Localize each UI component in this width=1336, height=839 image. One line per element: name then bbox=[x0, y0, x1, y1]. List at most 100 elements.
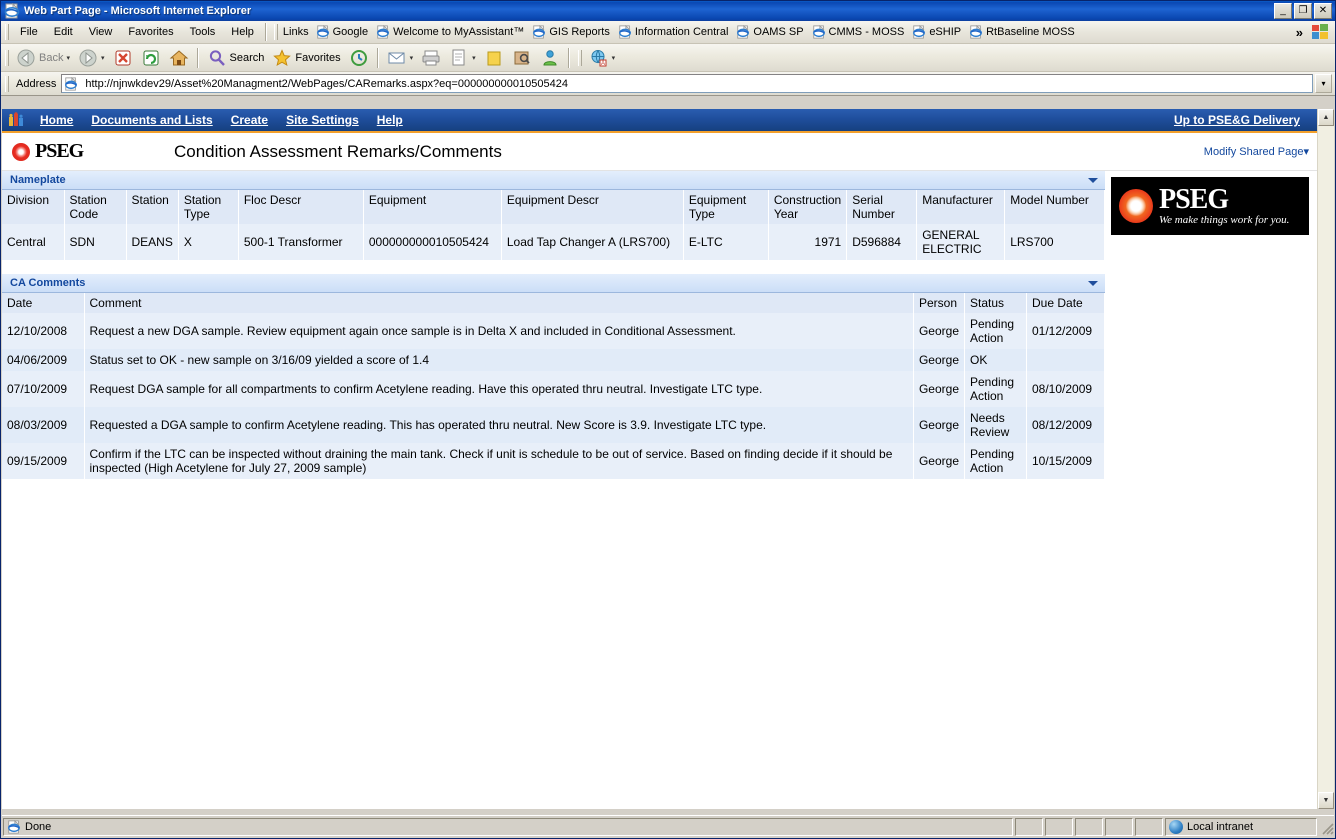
column-header-serial-number[interactable]: Serial Number bbox=[846, 190, 918, 224]
table-header-row: Date Comment Person Status Due Date bbox=[2, 293, 1105, 313]
forward-arrow-icon bbox=[78, 48, 98, 68]
column-header-due-date[interactable]: Due Date bbox=[1026, 293, 1105, 313]
column-header-person[interactable]: Person bbox=[913, 293, 966, 313]
messenger-button[interactable] bbox=[536, 46, 564, 70]
column-header-status[interactable]: Status bbox=[964, 293, 1027, 313]
modify-shared-page-link[interactable]: Modify Shared Page▾ bbox=[1204, 145, 1309, 158]
cell-person: George bbox=[913, 349, 966, 371]
column-header-manufacturer[interactable]: Manufacturer bbox=[916, 190, 1006, 224]
link-google[interactable]: Google bbox=[314, 23, 374, 41]
discuss-button[interactable] bbox=[480, 46, 508, 70]
scroll-down-arrow-icon[interactable]: ▼ bbox=[1318, 792, 1334, 809]
resize-grip[interactable] bbox=[1318, 818, 1334, 836]
translate-button[interactable]: A ▾ bbox=[585, 46, 620, 70]
minimize-button[interactable]: _ bbox=[1274, 3, 1292, 19]
column-header-station-code[interactable]: Station Code bbox=[64, 190, 127, 224]
link-information-central[interactable]: Information Central bbox=[616, 23, 735, 41]
history-button[interactable] bbox=[345, 46, 373, 70]
column-header-division[interactable]: Division bbox=[2, 190, 65, 224]
forward-button[interactable]: ▾ bbox=[74, 46, 109, 70]
home-button[interactable] bbox=[165, 46, 193, 70]
link-label: Welcome to MyAssistant™ bbox=[393, 26, 525, 38]
sp-nav-documents-and-lists[interactable]: Documents and Lists bbox=[82, 113, 221, 127]
column-header-equipment-descr[interactable]: Equipment Descr bbox=[501, 190, 684, 224]
column-header-floc-descr[interactable]: Floc Descr bbox=[238, 190, 364, 224]
menu-item-edit[interactable]: Edit bbox=[46, 23, 81, 41]
toolbar-drag-handle[interactable] bbox=[576, 49, 583, 67]
ie-page-icon bbox=[618, 24, 632, 39]
edit-button[interactable]: ▾ bbox=[445, 46, 480, 70]
cell-equipment: 000000000010505424 bbox=[363, 224, 502, 260]
link-myassistant[interactable]: Welcome to MyAssistant™ bbox=[374, 23, 530, 41]
cell-serial-number: D596884 bbox=[846, 224, 918, 260]
chevron-down-icon[interactable]: ▾ bbox=[472, 54, 476, 62]
chevron-down-icon[interactable] bbox=[1088, 177, 1098, 183]
sp-nav-up-link[interactable]: Up to PSE&G Delivery bbox=[1165, 113, 1309, 127]
chevron-down-icon[interactable]: ▾ bbox=[101, 54, 105, 62]
windows-flag-icon[interactable] bbox=[1309, 22, 1331, 42]
column-header-date[interactable]: Date bbox=[2, 293, 85, 313]
printer-icon bbox=[421, 48, 441, 68]
document-vertical-scrollbar[interactable]: ▲ ▼ bbox=[1317, 109, 1334, 809]
column-header-comment[interactable]: Comment bbox=[84, 293, 914, 313]
column-header-station-type[interactable]: Station Type bbox=[178, 190, 239, 224]
sp-nav-site-settings[interactable]: Site Settings bbox=[277, 113, 368, 127]
stop-icon bbox=[113, 48, 133, 68]
link-rtbaseline-moss[interactable]: RtBaseline MOSS bbox=[967, 23, 1081, 41]
links-drag-handle[interactable] bbox=[272, 23, 279, 41]
ie-document-icon bbox=[4, 2, 20, 19]
column-header-equipment-type[interactable]: Equipment Type bbox=[683, 190, 769, 224]
address-input[interactable]: http://njnwkdev29/Asset%20Managment2/Web… bbox=[61, 74, 1313, 93]
toolbar-drag-handle[interactable] bbox=[3, 49, 10, 67]
scroll-up-arrow-icon[interactable]: ▲ bbox=[1318, 109, 1334, 126]
print-button[interactable] bbox=[417, 46, 445, 70]
table-row: 08/03/2009 Requested a DGA sample to con… bbox=[2, 407, 1105, 443]
address-drag-handle[interactable] bbox=[3, 75, 10, 93]
status-text: Done bbox=[25, 820, 52, 833]
menu-drag-handle[interactable] bbox=[3, 23, 10, 41]
security-zone-panel[interactable]: Local intranet bbox=[1165, 817, 1317, 836]
column-header-model-number[interactable]: Model Number bbox=[1004, 190, 1105, 224]
link-cmms-moss[interactable]: CMMS - MOSS bbox=[810, 23, 911, 41]
document-body: Home Documents and Lists Create Site Set… bbox=[2, 109, 1317, 809]
window-controls: _ ❐ ✕ bbox=[1274, 3, 1335, 19]
page-header: PSEG Condition Assessment Remarks/Commen… bbox=[2, 133, 1317, 171]
cell-equipment-descr: Load Tap Changer A (LRS700) bbox=[501, 224, 684, 260]
link-gis-reports[interactable]: GIS Reports bbox=[530, 23, 616, 41]
menu-item-view[interactable]: View bbox=[81, 23, 121, 41]
chevron-down-icon[interactable]: ▾ bbox=[66, 54, 70, 62]
link-label: Google bbox=[332, 26, 369, 38]
chevron-down-icon[interactable]: ▾ bbox=[410, 54, 414, 62]
sp-nav-create[interactable]: Create bbox=[222, 113, 277, 127]
status-badge: Pending Action bbox=[964, 443, 1027, 479]
cell-manufacturer: GENERAL ELECTRIC bbox=[916, 224, 1006, 260]
refresh-button[interactable] bbox=[137, 46, 165, 70]
back-button[interactable]: Back ▾ bbox=[12, 46, 74, 70]
menu-item-file[interactable]: File bbox=[12, 23, 46, 41]
scrollbar-track[interactable] bbox=[1318, 126, 1334, 792]
close-button[interactable]: ✕ bbox=[1314, 3, 1332, 19]
research-button[interactable] bbox=[508, 46, 536, 70]
link-oams-sp[interactable]: OAMS SP bbox=[734, 23, 809, 41]
search-button[interactable]: Search bbox=[203, 46, 269, 70]
favorites-button[interactable]: Favorites bbox=[268, 46, 344, 70]
sp-nav-home[interactable]: Home bbox=[31, 113, 82, 127]
sp-nav-help[interactable]: Help bbox=[368, 113, 412, 127]
column-header-station[interactable]: Station bbox=[126, 190, 179, 224]
menu-item-tools[interactable]: Tools bbox=[182, 23, 224, 41]
link-eship[interactable]: eSHIP bbox=[910, 23, 967, 41]
back-arrow-icon bbox=[16, 48, 36, 68]
stop-button[interactable] bbox=[109, 46, 137, 70]
page-title: Condition Assessment Remarks/Comments bbox=[174, 141, 502, 161]
menu-item-help[interactable]: Help bbox=[223, 23, 262, 41]
maximize-button[interactable]: ❐ bbox=[1294, 3, 1312, 19]
links-overflow-chevron-icon[interactable]: » bbox=[1290, 25, 1309, 40]
mail-button[interactable]: ▾ bbox=[383, 46, 418, 70]
cell-comment: Request a new DGA sample. Review equipme… bbox=[84, 313, 914, 349]
chevron-down-icon[interactable]: ▾ bbox=[612, 54, 616, 62]
address-dropdown-button[interactable]: ▾ bbox=[1315, 74, 1332, 93]
column-header-construction-year[interactable]: Construction Year bbox=[768, 190, 848, 224]
menu-item-favorites[interactable]: Favorites bbox=[120, 23, 181, 41]
chevron-down-icon[interactable] bbox=[1088, 280, 1098, 286]
column-header-equipment[interactable]: Equipment bbox=[363, 190, 502, 224]
